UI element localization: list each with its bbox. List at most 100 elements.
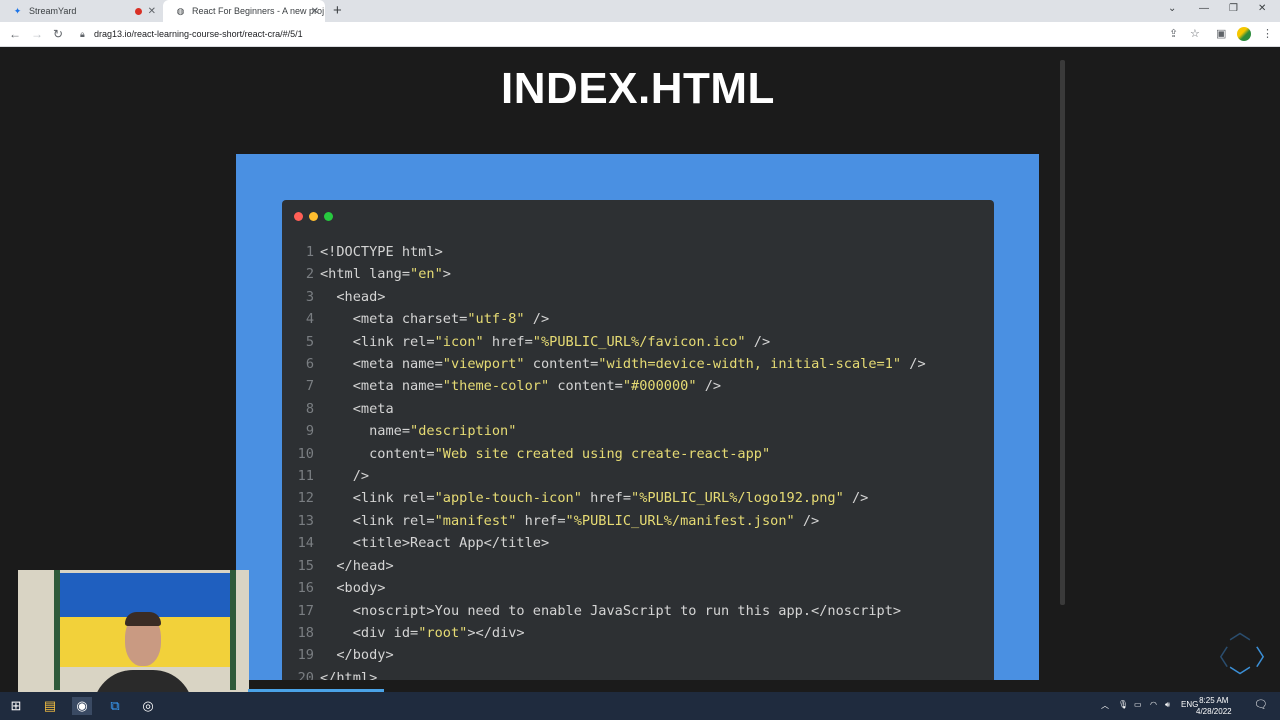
new-tab-button[interactable]: + bbox=[333, 2, 342, 19]
line-number: 5 bbox=[305, 333, 314, 350]
system-clock[interactable]: 8:25 AM 4/28/2022 bbox=[1196, 695, 1232, 717]
code-text: <link rel="manifest" href="%PUBLIC_URL%/… bbox=[320, 512, 820, 529]
menu-kebab-icon[interactable]: ⋮ bbox=[1262, 27, 1273, 40]
streamyard-favicon-icon: ✦ bbox=[13, 5, 22, 16]
slide-navigation: ︿ 〈 〉 ﹀ bbox=[1205, 619, 1277, 692]
code-text: <link rel="apple-touch-icon" href="%PUBL… bbox=[320, 490, 869, 507]
webcam-feed bbox=[18, 570, 249, 701]
tab-search-icon[interactable]: ⌄ bbox=[1168, 3, 1176, 14]
code-block: 1 <!DOCTYPE html> 2 <html lang="en"> 3 <head… bbox=[282, 241, 926, 680]
line-number: 7 bbox=[305, 378, 314, 395]
tab-streamyard[interactable]: ✦ StreamYard ✕ bbox=[0, 0, 162, 22]
code-text: </head> bbox=[320, 557, 394, 574]
code-text: <meta name="viewport" content="width=dev… bbox=[320, 356, 926, 373]
line-number: 12 bbox=[297, 490, 314, 507]
browser-tab-strip: ✦ StreamYard ✕ ◍ React For Beginners - A… bbox=[0, 0, 1280, 22]
reload-button[interactable]: ↻ bbox=[53, 27, 63, 41]
close-tab-icon[interactable]: ✕ bbox=[311, 6, 319, 17]
line-number: 17 bbox=[297, 602, 314, 619]
code-line: 18 <div id="root"></div> bbox=[282, 622, 926, 644]
globe-favicon-icon: ◍ bbox=[176, 5, 185, 16]
recording-indicator-icon bbox=[135, 7, 142, 15]
tab-react-for-beginners[interactable]: ◍ React For Beginners - A new proj ✕ bbox=[163, 0, 325, 22]
address-bar[interactable]: drag13.io/react-learning-course-short/re… bbox=[94, 29, 303, 39]
code-text: /> bbox=[320, 468, 370, 485]
line-number: 11 bbox=[297, 468, 314, 485]
code-line: 16 <body> bbox=[282, 577, 926, 599]
line-number: 9 bbox=[305, 423, 314, 440]
window-dots bbox=[294, 212, 333, 221]
line-number: 18 bbox=[297, 624, 314, 641]
wifi-icon[interactable]: ◠ bbox=[1150, 700, 1157, 709]
code-text: <meta name="theme-color" content="#00000… bbox=[320, 378, 722, 395]
code-line: 6 <meta name="viewport" content="width=d… bbox=[282, 353, 926, 375]
flag-frame bbox=[54, 570, 60, 690]
code-line: 17 <noscript>You need to enable JavaScri… bbox=[282, 600, 926, 622]
code-text: </html> bbox=[320, 669, 378, 680]
obs-icon[interactable]: ◎ bbox=[138, 697, 158, 715]
back-button[interactable]: ← bbox=[9, 27, 21, 41]
line-number: 16 bbox=[297, 580, 314, 597]
code-text: </body> bbox=[320, 647, 394, 664]
code-editor-window: 1 <!DOCTYPE html> 2 <html lang="en"> 3 <head… bbox=[282, 200, 994, 680]
nav-right-icon[interactable]: 〉 bbox=[1255, 640, 1277, 672]
clock-time: 8:25 AM bbox=[1199, 696, 1229, 705]
code-line: 1 <!DOCTYPE html> bbox=[282, 241, 926, 263]
side-panel-icon[interactable]: ▣ bbox=[1216, 27, 1226, 40]
code-line: 15 </head> bbox=[282, 555, 926, 577]
profile-avatar[interactable] bbox=[1237, 27, 1251, 41]
flag-frame bbox=[230, 570, 236, 690]
notifications-icon[interactable]: 🗨︎ bbox=[1254, 698, 1268, 711]
chrome-icon[interactable]: ◉ bbox=[72, 697, 92, 715]
tab-title: StreamYard bbox=[29, 6, 77, 16]
code-line: 9 name="description" bbox=[282, 420, 926, 442]
code-text: <link rel="icon" href="%PUBLIC_URL%/favi… bbox=[320, 333, 771, 350]
line-number: 15 bbox=[297, 557, 314, 574]
code-line: 14 <title>React App</title> bbox=[282, 532, 926, 554]
share-icon[interactable]: ⇪ bbox=[1169, 27, 1178, 40]
code-line: 12 <link rel="apple-touch-icon" href="%P… bbox=[282, 487, 926, 509]
microphone-icon[interactable]: 🎙︎ bbox=[1118, 700, 1128, 709]
code-line: 4 <meta charset="utf-8" /> bbox=[282, 308, 926, 330]
red-dot-icon bbox=[294, 212, 303, 221]
line-number: 1 bbox=[305, 244, 314, 260]
code-line: 20 </html> bbox=[282, 667, 926, 680]
code-line: 10 content="Web site created using creat… bbox=[282, 443, 926, 465]
volume-icon[interactable]: 🔊︎ bbox=[1165, 700, 1170, 710]
code-line: 3 <head> bbox=[282, 286, 926, 308]
close-window-button[interactable]: ✕ bbox=[1258, 3, 1266, 14]
line-number: 3 bbox=[305, 288, 314, 305]
nav-up-icon[interactable]: ︿ bbox=[1229, 614, 1251, 646]
code-line: 2 <html lang="en"> bbox=[282, 263, 926, 285]
network-icon[interactable]: ▭ bbox=[1134, 700, 1142, 709]
nav-left-icon[interactable]: 〈 bbox=[1207, 640, 1229, 672]
restore-button[interactable]: ❐ bbox=[1229, 3, 1238, 14]
lock-icon: 🔒︎ bbox=[80, 29, 85, 39]
file-explorer-icon[interactable]: ▤ bbox=[40, 697, 60, 715]
code-line: 11 /> bbox=[282, 465, 926, 487]
browser-toolbar: ← → ↻ 🔒︎ drag13.io/react-learning-course… bbox=[0, 22, 1280, 47]
minimize-button[interactable]: — bbox=[1199, 3, 1209, 14]
line-number: 19 bbox=[297, 647, 314, 664]
vscode-icon[interactable]: ⧉ bbox=[105, 697, 125, 715]
close-tab-icon[interactable]: ✕ bbox=[148, 6, 156, 17]
tray-chevron-icon[interactable]: ︿ bbox=[1101, 700, 1109, 711]
code-text: name="description" bbox=[320, 423, 517, 440]
nav-down-icon[interactable]: ﹀ bbox=[1229, 660, 1251, 692]
code-text: <meta charset="utf-8" /> bbox=[320, 311, 550, 328]
code-text: <div id="root"></div> bbox=[320, 624, 525, 641]
code-line: 5 <link rel="icon" href="%PUBLIC_URL%/fa… bbox=[282, 331, 926, 353]
yellow-dot-icon bbox=[309, 212, 318, 221]
line-number: 13 bbox=[297, 512, 314, 529]
code-text: <noscript>You need to enable JavaScript … bbox=[320, 602, 902, 619]
forward-button[interactable]: → bbox=[31, 27, 43, 41]
slide-title: INDEX.HTML bbox=[501, 64, 775, 113]
line-number: 20 bbox=[297, 669, 314, 680]
scrollbar[interactable] bbox=[1060, 60, 1065, 605]
start-button-icon[interactable]: ⊞ bbox=[6, 697, 26, 715]
code-text: <!DOCTYPE html> bbox=[320, 244, 443, 260]
green-dot-icon bbox=[324, 212, 333, 221]
bookmark-star-icon[interactable]: ☆ bbox=[1190, 27, 1200, 40]
line-number: 6 bbox=[305, 356, 314, 373]
code-line: 7 <meta name="theme-color" content="#000… bbox=[282, 375, 926, 397]
